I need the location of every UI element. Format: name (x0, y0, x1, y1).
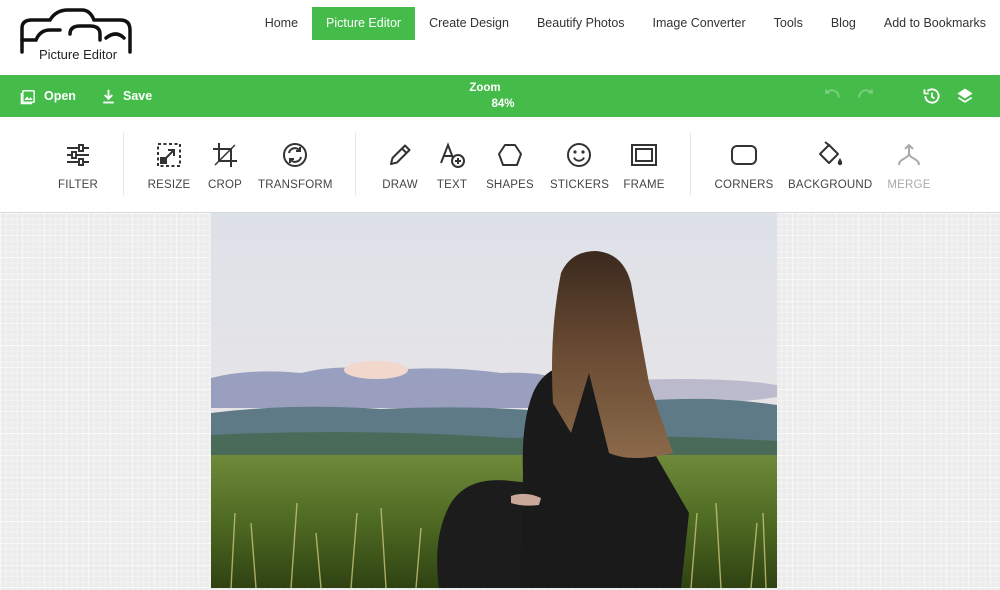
open-button[interactable]: Open (20, 75, 76, 117)
shapes-label: SHAPES (486, 179, 534, 191)
resize-tool[interactable]: RESIZE (146, 141, 192, 191)
paint-bucket-icon (819, 141, 843, 166)
transform-tool[interactable]: TRANSFORM (258, 141, 332, 191)
photo-image (211, 213, 777, 588)
image-icon (20, 89, 35, 104)
open-label: Open (44, 89, 76, 103)
rounded-rect-icon (731, 145, 757, 165)
top-navigation: Picture Editor Home Picture Editor Creat… (0, 0, 1000, 75)
frame-tool[interactable]: FRAME (622, 141, 666, 191)
rotate-icon (283, 143, 307, 167)
layers-icon[interactable] (955, 86, 975, 106)
merge-label: MERGE (887, 179, 931, 191)
corners-tool[interactable]: CORNERS (714, 141, 774, 191)
merge-tool[interactable]: MERGE (886, 141, 932, 191)
action-bar: Open Save Zoom 84% (0, 75, 1000, 117)
redo-icon[interactable] (856, 86, 876, 106)
toolbar-divider (690, 133, 691, 195)
crop-label: CROP (207, 179, 243, 191)
filter-tool[interactable]: FILTER (56, 141, 100, 191)
logo-text: Picture Editor (39, 47, 118, 62)
undo-icon[interactable] (822, 86, 842, 106)
toolbar-divider (123, 133, 124, 195)
corners-label: CORNERS (714, 179, 774, 191)
text-label: TEXT (436, 179, 468, 191)
background-tool[interactable]: BACKGROUND (788, 141, 872, 191)
stickers-tool[interactable]: STICKERS (550, 141, 610, 191)
merge-icon (898, 143, 920, 166)
edited-photo[interactable] (211, 213, 777, 588)
nav-home[interactable]: Home (251, 7, 312, 40)
download-icon (103, 89, 114, 103)
frame-label: FRAME (623, 179, 665, 191)
draw-label: DRAW (382, 179, 418, 191)
save-label: Save (123, 89, 153, 103)
nav-beautify-photos[interactable]: Beautify Photos (523, 7, 639, 40)
smiley-icon (567, 143, 591, 167)
stickers-label: STICKERS (550, 179, 610, 191)
nav-image-converter[interactable]: Image Converter (639, 7, 760, 40)
tool-toolbar: FILTER RESIZE CROP TRANSFORM DRAW TEXT S… (0, 117, 1000, 213)
filter-label: FILTER (58, 179, 98, 191)
polygon-icon (498, 144, 522, 166)
crop-icon (213, 143, 237, 167)
text-add-icon (440, 142, 465, 168)
zoom-indicator[interactable]: Zoom 84% (420, 80, 550, 112)
sliders-icon (67, 144, 89, 166)
resize-label: RESIZE (147, 179, 191, 191)
toolbar-divider (355, 133, 356, 195)
text-tool[interactable]: TEXT (434, 141, 470, 191)
background-label: BACKGROUND (788, 179, 873, 191)
save-button[interactable]: Save (101, 75, 152, 117)
resize-icon (157, 143, 181, 167)
draw-tool[interactable]: DRAW (380, 141, 420, 191)
pencil-icon (390, 144, 411, 165)
nav-blog[interactable]: Blog (817, 7, 870, 40)
nav-picture-editor[interactable]: Picture Editor (312, 7, 416, 40)
main-nav: Home Picture Editor Create Design Beauti… (251, 7, 1000, 40)
transform-label: TRANSFORM (258, 179, 333, 191)
nav-tools[interactable]: Tools (760, 7, 817, 40)
nav-create-design[interactable]: Create Design (415, 7, 523, 40)
zoom-value: 84% (491, 98, 515, 110)
crop-tool[interactable]: CROP (204, 141, 246, 191)
shapes-tool[interactable]: SHAPES (486, 141, 534, 191)
history-icon[interactable] (922, 86, 942, 106)
nav-add-to-bookmarks[interactable]: Add to Bookmarks (870, 7, 1000, 40)
frame-icon (631, 144, 657, 166)
zoom-label: Zoom (469, 82, 501, 94)
